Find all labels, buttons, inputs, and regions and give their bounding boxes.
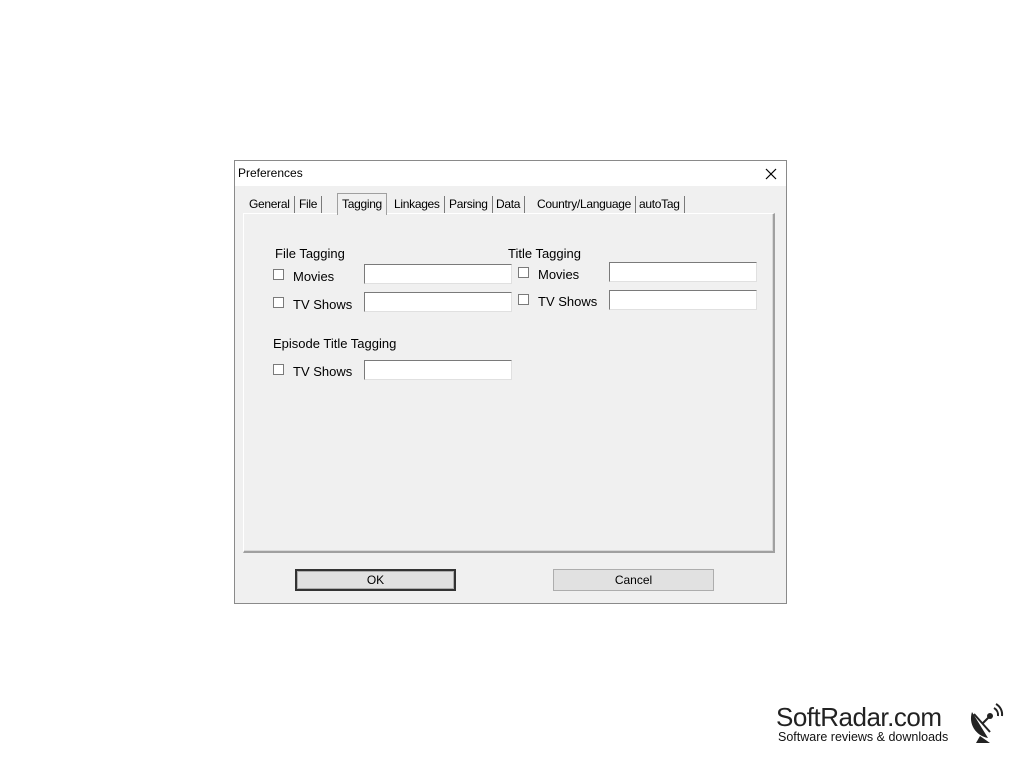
cancel-button[interactable]: Cancel — [553, 569, 714, 591]
file-tagging-label: File Tagging — [275, 246, 345, 261]
file-tagging-tvshows-checkbox[interactable] — [273, 297, 284, 308]
watermark-brand: SoftRadar.com — [776, 702, 942, 732]
tab-parsing[interactable]: Parsing — [445, 196, 493, 214]
tab-data[interactable]: Data — [492, 196, 526, 214]
tab-general[interactable]: General — [245, 196, 295, 214]
tab-autotag[interactable]: autoTag — [635, 196, 685, 214]
title-tagging-movies-input[interactable] — [609, 262, 757, 282]
episode-tagging-tvshows-input[interactable] — [364, 360, 512, 380]
close-button[interactable] — [756, 161, 786, 186]
title-tagging-tvshows-checkbox[interactable] — [518, 294, 529, 305]
title-tagging-tvshows-label: TV Shows — [538, 294, 598, 309]
episode-tagging-tvshows-checkbox[interactable] — [273, 364, 284, 375]
title-tagging-movies-label: Movies — [538, 267, 580, 282]
ok-button[interactable]: OK — [295, 569, 456, 591]
tagging-panel: File Tagging Movies TV Shows Title Taggi… — [243, 213, 775, 553]
file-tagging-movies-input[interactable] — [364, 264, 512, 284]
tab-file[interactable]: File — [295, 196, 323, 214]
file-tagging-tvshows-label: TV Shows — [293, 297, 353, 312]
preferences-dialog: Preferences General File Tagging Linkage… — [234, 160, 787, 604]
file-tagging-movies-label: Movies — [293, 269, 335, 284]
tab-tagging[interactable]: Tagging — [337, 193, 387, 215]
watermark-tagline: Software reviews & downloads — [778, 730, 949, 744]
title-tagging-movies-checkbox[interactable] — [518, 267, 529, 278]
window-title: Preferences — [238, 166, 303, 180]
tab-linkages[interactable]: Linkages — [390, 196, 445, 214]
title-bar: Preferences — [235, 161, 786, 186]
close-icon — [765, 168, 777, 179]
title-tagging-tvshows-input[interactable] — [609, 290, 757, 310]
title-tagging-label: Title Tagging — [508, 246, 581, 261]
softradar-watermark: SoftRadar.com Software reviews & downloa… — [776, 702, 1016, 750]
episode-title-tagging-label: Episode Title Tagging — [273, 336, 397, 351]
satellite-dish-icon — [970, 703, 1004, 743]
file-tagging-movies-checkbox[interactable] — [273, 269, 284, 280]
tab-country-language[interactable]: Country/Language — [533, 196, 636, 214]
episode-tagging-tvshows-label: TV Shows — [293, 364, 353, 379]
file-tagging-tvshows-input[interactable] — [364, 292, 512, 312]
